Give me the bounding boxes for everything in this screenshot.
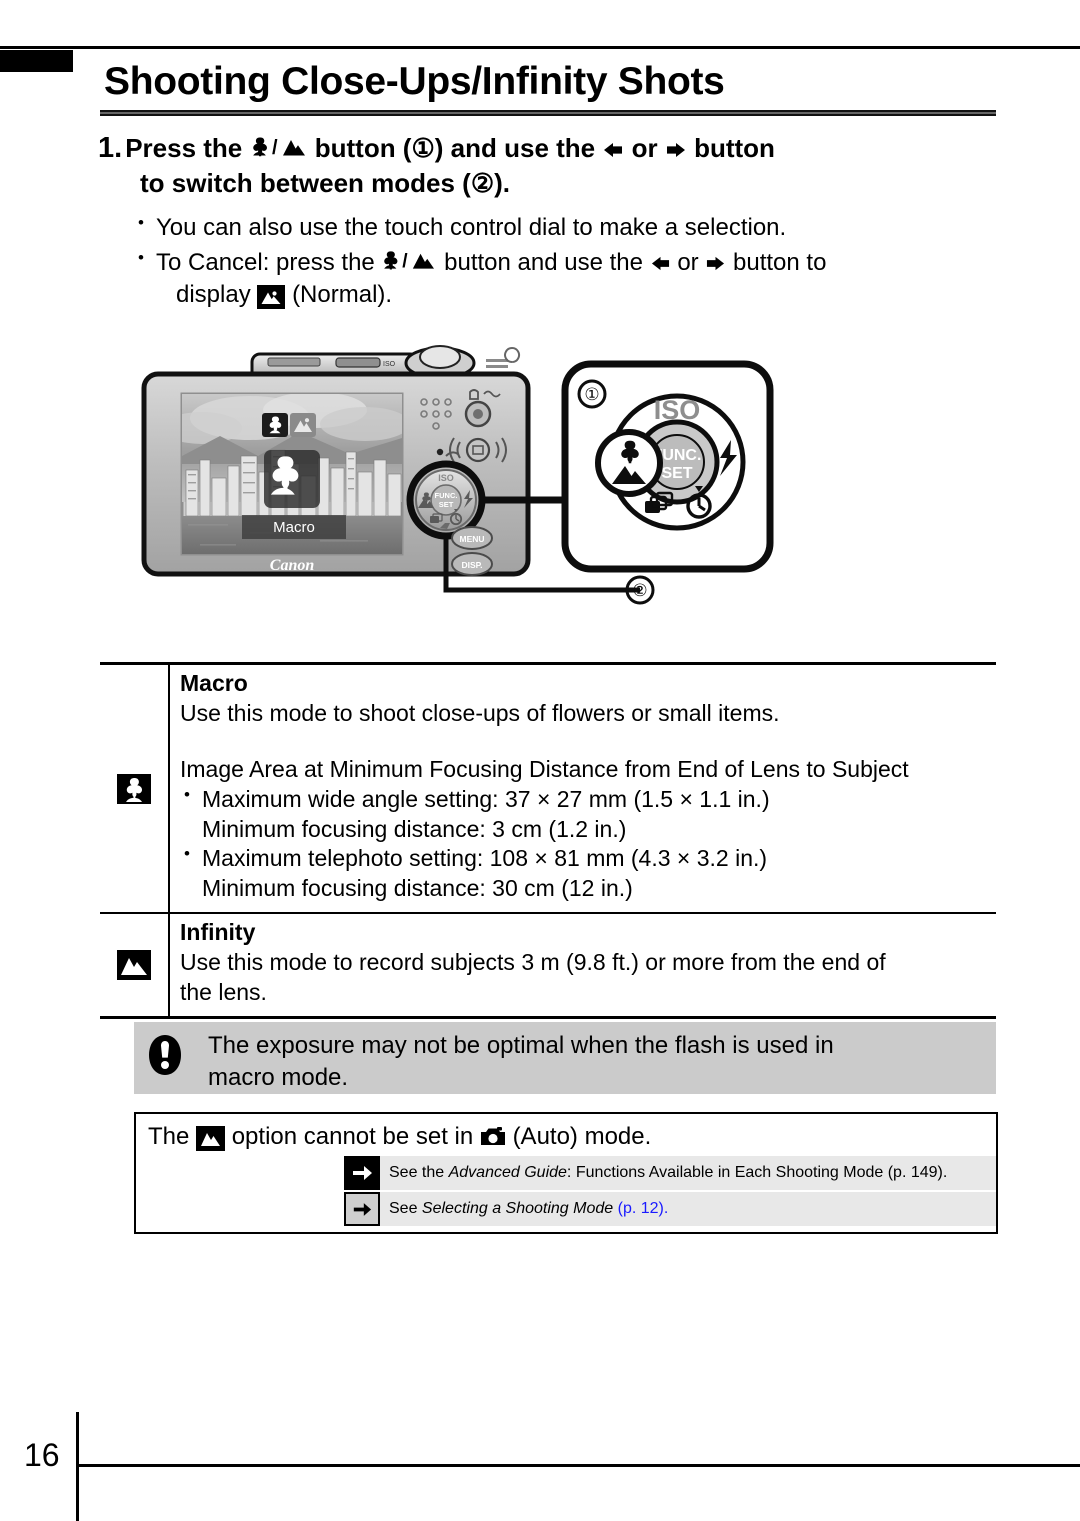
chapter-thumb-tab	[0, 50, 73, 72]
disp-button-label: DISP.	[461, 560, 482, 570]
note-restriction-line: The option cannot be set in (Auto) mode.	[136, 1114, 996, 1156]
bullet-cancel-d: button to	[733, 248, 827, 276]
table-row: Macro Use this mode to shoot close-ups o…	[100, 665, 996, 913]
step-heading: 1. Press the / button (①) and use the or …	[98, 130, 1008, 200]
macro-infinity-button-icon: /	[250, 134, 308, 160]
macro-flower-icon	[100, 665, 170, 913]
menu-button-label: MENU	[459, 534, 484, 544]
step-line1-part-d: button	[694, 133, 775, 163]
macro-mode-description: Macro Use this mode to shoot close-ups o…	[170, 665, 996, 912]
note-middle: option cannot be set in	[231, 1123, 474, 1150]
ref2-pre: See	[389, 1200, 422, 1217]
infinity-mountain-icon	[196, 1126, 226, 1151]
infinity-mountain-icon	[100, 914, 170, 1016]
infinity-mode-description: Infinity Use this mode to record subject…	[170, 914, 996, 1016]
footer-horizontal-rule	[76, 1464, 1080, 1467]
lcd-mode-label: Macro	[273, 519, 315, 536]
dial-iso-label: ISO	[438, 473, 454, 483]
reference-row[interactable]: See the Advanced Guide: Functions Availa…	[344, 1156, 996, 1190]
step-line1-part-a: Press the	[125, 133, 243, 163]
ref1-post: : Functions Available in Each Shooting M…	[566, 1164, 948, 1181]
arrow-right-light-icon	[344, 1192, 380, 1226]
note-suffix: (Auto) mode.	[512, 1123, 652, 1150]
bullet-cancel-e: display	[176, 281, 251, 309]
ref2-page-link[interactable]: (p. 12).	[618, 1200, 669, 1217]
reference-text-2: See Selecting a Shooting Mode (p. 12).	[380, 1192, 996, 1226]
dial-set-label: SET	[439, 500, 454, 509]
callout-2-label: ②	[632, 581, 647, 600]
step-bullet-list: You can also use the touch control dial …	[136, 211, 1016, 314]
note-prefix: The	[148, 1123, 190, 1150]
callout-dial-iso: ISO	[654, 395, 701, 425]
callout-1-label: ①	[584, 385, 599, 404]
bullet-touch-dial-text: You can also use the touch control dial …	[156, 214, 787, 241]
note-reference-box: The option cannot be set in (Auto) mode.…	[134, 1112, 998, 1234]
camera-brand: Canon	[270, 557, 315, 574]
bullet-cancel-c: or	[677, 248, 699, 276]
macro-spec-sub-2: Minimum focusing distance: 30 cm (12 in.…	[202, 875, 633, 902]
ref1-italic: Advanced Guide	[448, 1164, 567, 1181]
normal-mode-icon	[257, 285, 286, 310]
macro-spec-heading: Image Area at Minimum Focusing Distance …	[180, 755, 909, 782]
exclamation-warning-icon	[134, 1022, 208, 1076]
bullet-cancel-a: To Cancel: press the	[156, 248, 375, 276]
step-line1-part-c: or	[631, 133, 658, 163]
infinity-mode-text-line2: the lens.	[180, 979, 267, 1006]
svg-text:/: /	[272, 137, 278, 159]
auto-camera-icon	[480, 1126, 506, 1147]
page-top-rule	[0, 46, 1080, 49]
caution-box: The exposure may not be optimal when the…	[134, 1022, 996, 1094]
step-line2: to switch between modes (②).	[140, 168, 511, 199]
table-row: Infinity Use this mode to record subject…	[100, 914, 996, 1016]
left-arrow-button-icon	[650, 254, 671, 273]
reference-text-1: See the Advanced Guide: Functions Availa…	[380, 1156, 996, 1190]
caution-line-1: The exposure may not be optimal when the…	[208, 1032, 834, 1059]
caution-text: The exposure may not be optimal when the…	[208, 1022, 834, 1093]
bullet-cancel-f: (Normal).	[292, 281, 393, 309]
table-bottom-border	[100, 1015, 996, 1019]
macro-spec-bullet-2: Maximum telephoto setting: 108 × 81 mm (…	[180, 843, 996, 874]
reference-row[interactable]: See Selecting a Shooting Mode (p. 12).	[344, 1192, 996, 1226]
callout-dial-set: SET	[661, 465, 692, 482]
page-number: 16	[24, 1437, 60, 1473]
right-arrow-button-icon	[665, 140, 687, 160]
dial-func-label: FUNC.	[435, 491, 458, 500]
arrow-right-dark-icon	[344, 1156, 380, 1190]
camera-illustration: ISO Macro Canon ISO FUNC. SET MENU DISP.…	[140, 332, 790, 622]
svg-text:/: /	[403, 251, 409, 272]
step-number: 1.	[98, 132, 123, 164]
bullet-touch-dial: You can also use the touch control dial …	[136, 211, 1016, 245]
left-arrow-button-icon	[602, 140, 624, 160]
page-title: Shooting Close-Ups/Infinity Shots	[104, 60, 725, 103]
shooting-mode-table: Macro Use this mode to shoot close-ups o…	[100, 662, 996, 1019]
infinity-mode-name: Infinity	[180, 919, 256, 946]
bullet-cancel: To Cancel: press the / button and use th…	[136, 246, 1016, 312]
infinity-mode-text-line1: Use this mode to record subjects 3 m (9.…	[180, 949, 886, 976]
step-line1-part-b: button (①) and use the	[314, 133, 596, 163]
bullet-cancel-b: button and use the	[444, 248, 643, 276]
ref2-italic: Selecting a Shooting Mode	[421, 1200, 614, 1217]
macro-spec-bullet-1: Maximum wide angle setting: 37 × 27 mm (…	[180, 784, 996, 815]
macro-mode-name: Macro	[180, 670, 248, 696]
right-arrow-button-icon	[705, 254, 726, 273]
bullet-cancel-continued: display (Normal).	[176, 279, 1016, 312]
macro-mode-text: Use this mode to shoot close-ups of flow…	[180, 699, 780, 726]
macro-spec-sub-1: Minimum focusing distance: 3 cm (1.2 in.…	[202, 815, 627, 842]
svg-text:ISO: ISO	[383, 361, 396, 368]
caution-line-2: macro mode.	[208, 1063, 349, 1091]
ref1-pre: See the	[389, 1164, 449, 1181]
title-underline-rule	[100, 110, 996, 116]
macro-infinity-button-icon: /	[381, 248, 437, 273]
